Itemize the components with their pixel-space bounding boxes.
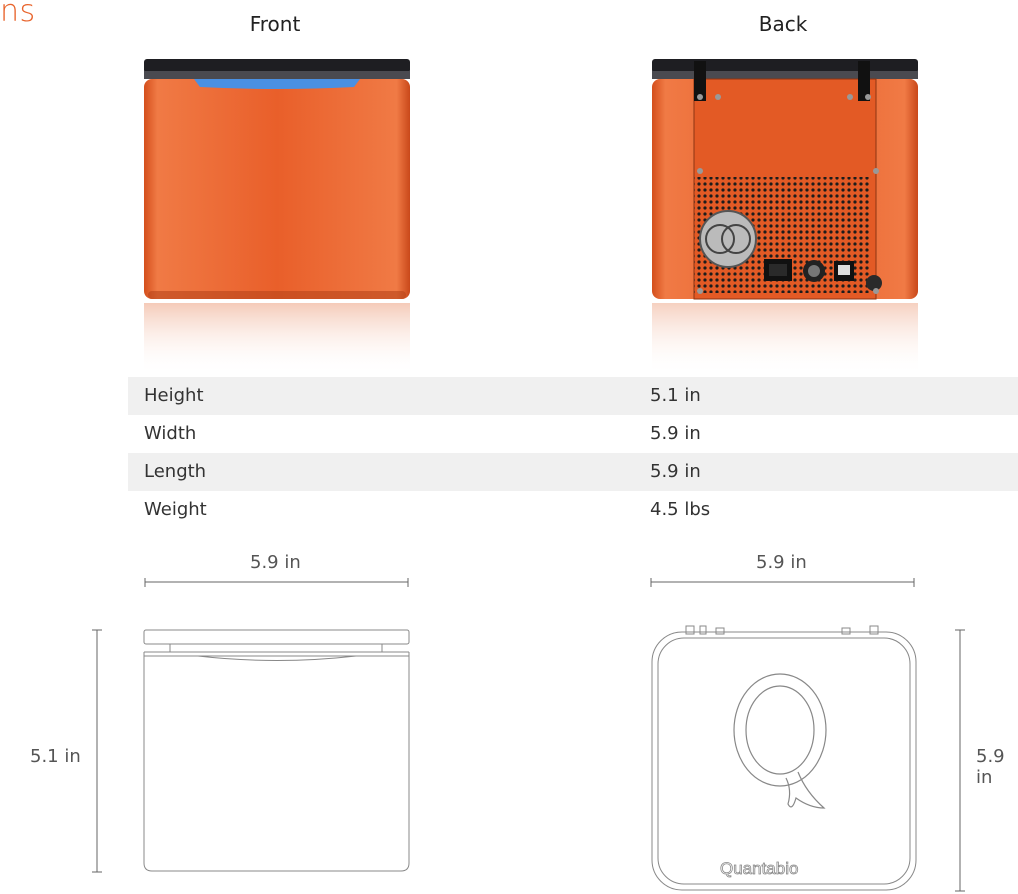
front-view-label: Front: [249, 12, 301, 36]
back-width-label: 5.9 in: [756, 552, 807, 573]
spec-row-length: Length 5.9 in: [128, 453, 1018, 491]
back-device-image: [652, 59, 918, 375]
spec-value: 5.9 in: [650, 461, 701, 482]
quantabio-logo-text: Quantabio: [720, 859, 798, 878]
back-outline-drawing: Quantabio: [651, 625, 917, 891]
spec-value: 5.9 in: [650, 423, 701, 444]
spec-name: Width: [144, 423, 197, 444]
front-device-image: [144, 59, 410, 375]
quantabio-q-icon: [733, 673, 827, 809]
spec-name: Weight: [144, 499, 207, 520]
spec-row-height: Height 5.1 in: [128, 377, 1018, 415]
spec-name: Height: [144, 385, 204, 406]
spec-row-width: Width 5.9 in: [128, 415, 1018, 453]
spec-name: Length: [144, 461, 207, 482]
spec-value: 4.5 lbs: [650, 499, 711, 520]
front-width-label: 5.9 in: [250, 552, 301, 573]
front-outline-drawing: [143, 629, 410, 872]
spec-value: 5.1 in: [650, 385, 701, 406]
back-view-label: Back: [758, 12, 808, 36]
section-heading: ns: [0, 0, 36, 29]
spec-row-weight: Weight 4.5 lbs: [128, 491, 1018, 529]
